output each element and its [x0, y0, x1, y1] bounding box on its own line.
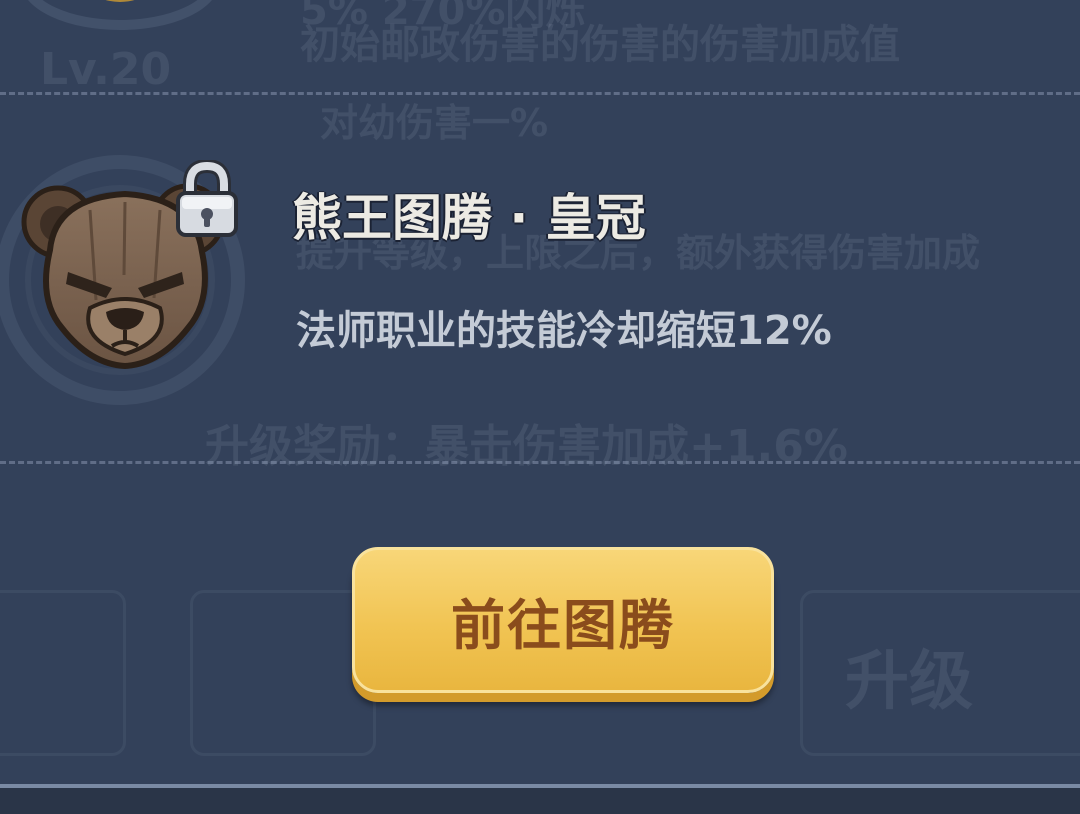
goto-totem-button-label: 前往图腾 — [451, 593, 675, 657]
faded-top-icon-ring — [28, 0, 212, 30]
dashed-divider-bottom — [0, 461, 1080, 464]
padlock-icon — [176, 160, 238, 237]
faded-level-text: Lv.20 — [40, 44, 172, 95]
faded-mid-text: 对幼伤害一% — [320, 101, 549, 145]
goto-totem-button[interactable]: 前往图腾 — [352, 547, 774, 693]
faded-bottom-panel-mid — [190, 590, 376, 756]
faded-top-subtext: 初始邮政伤害的伤害的伤害加成值 — [300, 22, 900, 68]
faded-bottom-panel-right — [800, 590, 1080, 756]
faded-top-text: 5% 270%闪烁 — [300, 0, 586, 34]
totem-name: 熊王图腾 · 皇冠 — [292, 189, 646, 247]
faded-bottom-panel-left — [0, 590, 126, 756]
dashed-divider-top — [0, 92, 1080, 95]
faded-upgrade-reward: 升级奖励：暴击伤害加成+1.6% — [205, 421, 848, 472]
totem-description: 法师职业的技能冷却缩短12% — [296, 308, 832, 354]
